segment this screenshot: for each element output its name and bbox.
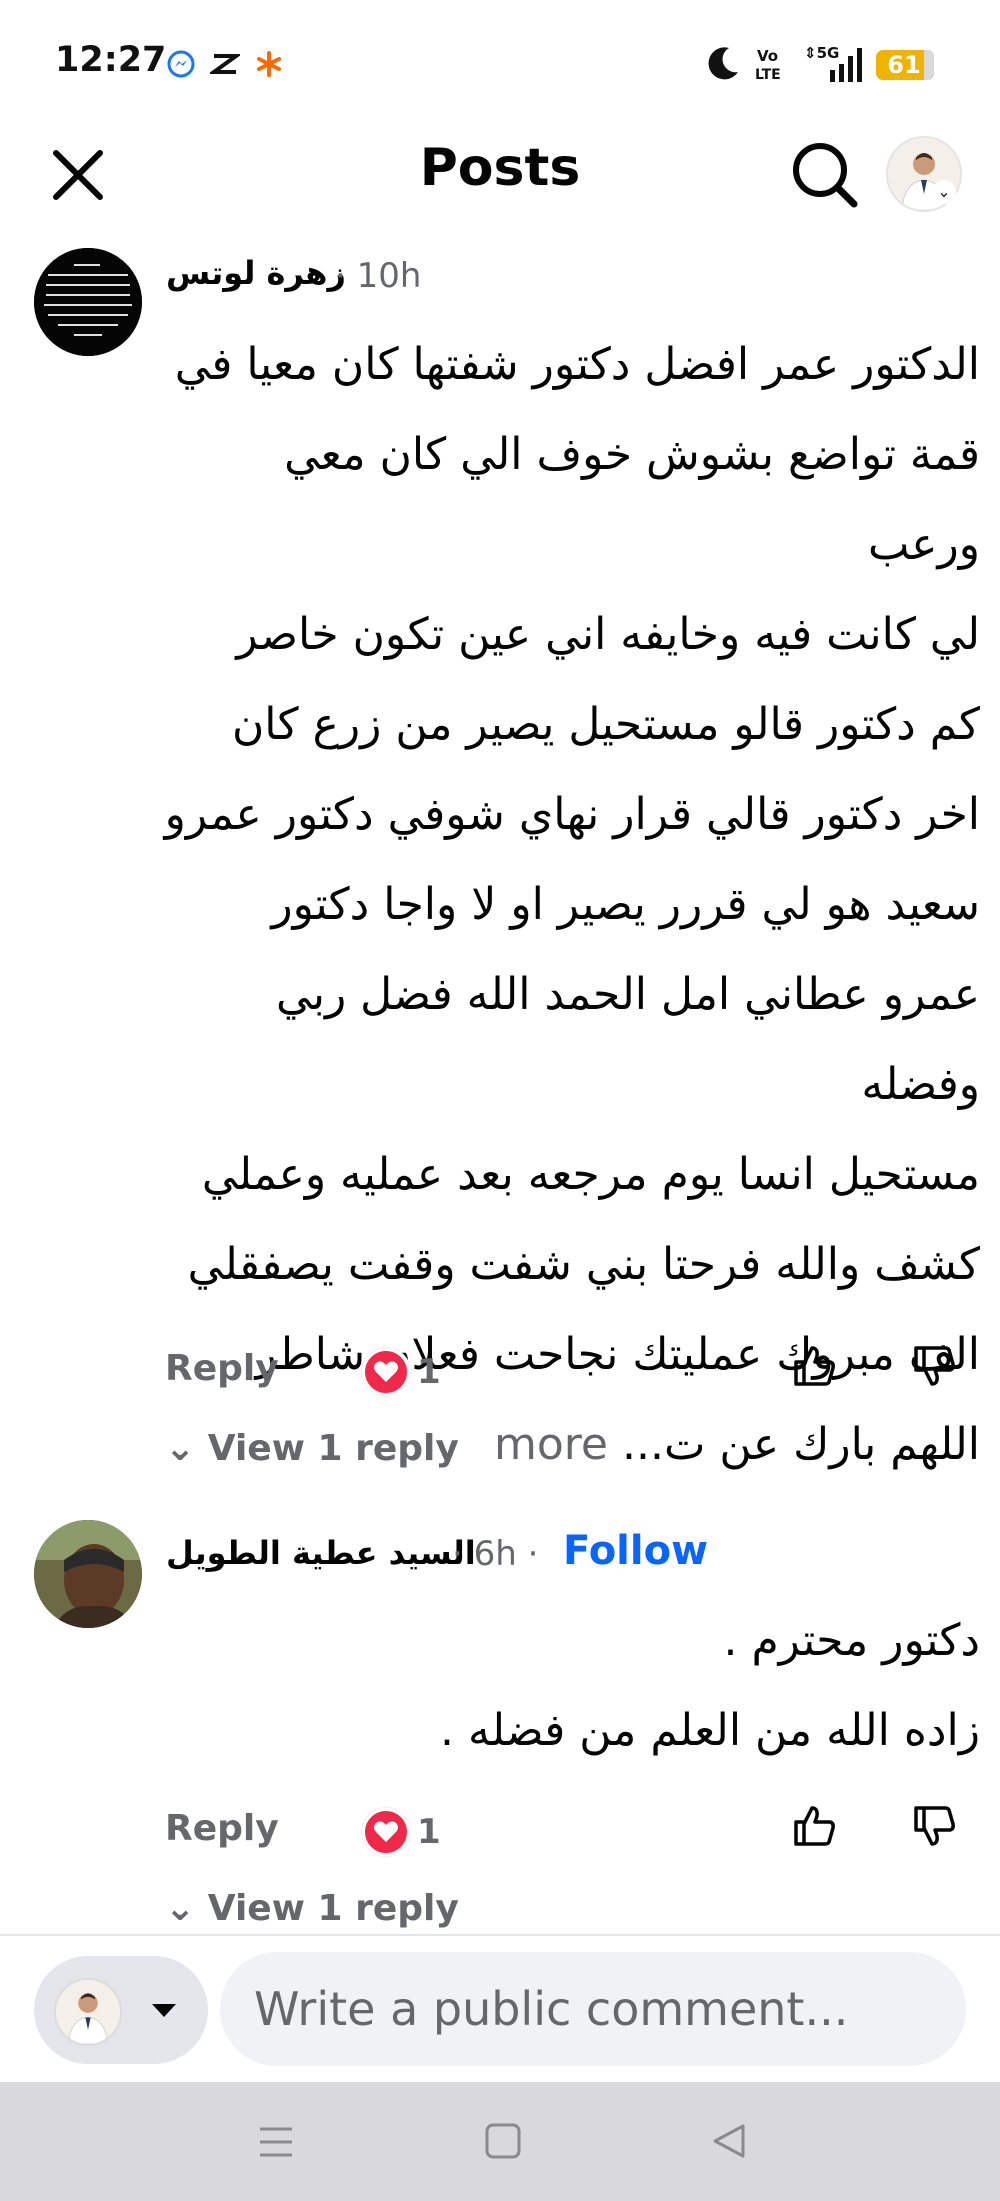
reply-button[interactable]: Reply — [165, 1808, 279, 1849]
comment-line: دكتور محترم . — [723, 1615, 980, 1666]
comment-author-avatar[interactable] — [34, 248, 142, 356]
chevron-down-icon[interactable]: ⌄ — [932, 180, 956, 204]
thumbs-up-icon[interactable] — [790, 1802, 838, 1850]
reaction-count: 1 — [417, 1352, 441, 1392]
thumbs-down-icon[interactable] — [910, 1802, 958, 1850]
heart-icon — [374, 1821, 398, 1842]
view-replies-label: View 1 reply — [207, 1428, 459, 1469]
comment-time: 10h — [356, 256, 422, 296]
home-square-icon[interactable] — [484, 2122, 522, 2160]
svg-text:Vo: Vo — [757, 47, 778, 65]
comment-line: سعيد هو لي قررر يصير او لا واجا دكتور — [271, 879, 980, 930]
chevron-down-icon: ⌄ — [165, 1888, 196, 1929]
view-replies-label: View 1 reply — [207, 1888, 459, 1929]
thumbs-down-icon[interactable] — [910, 1342, 958, 1390]
status-time: 12:27 — [55, 40, 167, 80]
signal-5g-icon: ⇕5G — [804, 44, 862, 82]
svg-text:LTE: LTE — [755, 67, 781, 82]
chevron-down-icon: ⌄ — [165, 1428, 196, 1469]
comment-line: عمرو عطاني امل الحمد الله فضل ربي وفضله — [276, 969, 980, 1110]
comment-line: الف مبروك عمليتك نجاحت فعلان شاطر — [255, 1329, 981, 1380]
status-bar: 12:27 Vo LTE ⇕5G 61 — [0, 0, 1000, 120]
comment-line: كم دكتور قالو مستحيل يصير من زرع كان — [231, 699, 980, 750]
menu-icon[interactable] — [256, 2124, 296, 2160]
battery-remaining — [924, 50, 934, 80]
avatar — [56, 1980, 120, 2044]
reply-button[interactable]: Reply — [165, 1348, 279, 1389]
avatar — [34, 248, 142, 356]
comment-line: لي كانت فيه وخايفه اني عين تكون خاصر — [236, 609, 980, 660]
follow-button[interactable]: Follow — [563, 1528, 708, 1574]
comment-line: اللهم بارك عن ت... — [621, 1419, 980, 1470]
comment-author-name[interactable]: زهرة لوتس — [166, 254, 346, 292]
do-not-disturb-moon-icon — [708, 47, 738, 80]
see-more-link[interactable]: more — [494, 1419, 608, 1470]
comment-time: 6h — [473, 1534, 517, 1574]
messenger-icon — [167, 50, 195, 78]
composer-avatar[interactable] — [54, 1978, 122, 2046]
comment-timestamp: · 10h — [335, 256, 422, 296]
view-replies-button[interactable]: ⌄ View 1 reply — [165, 1888, 459, 1929]
avatar — [34, 1520, 142, 1628]
thumbs-up-icon[interactable] — [790, 1342, 838, 1390]
svg-text:⇕5G: ⇕5G — [804, 44, 839, 62]
asterisk-app-icon — [257, 51, 281, 77]
comment-line: مستحيل انسا يوم مرجعه بعد عمليه وعملي — [201, 1149, 980, 1200]
comment-author-avatar[interactable] — [34, 1520, 142, 1628]
search-icon[interactable] — [788, 138, 860, 210]
volte-icon: Vo LTE — [755, 47, 781, 82]
reaction-count: 1 — [417, 1812, 441, 1852]
comment-line: كشف والله فرحتا بني شفت وقفت يصفقلي — [187, 1239, 980, 1290]
comment-line: قمة تواضع بشوش خوف الي كان معي ورعب — [284, 429, 980, 570]
comment-body: الدكتور عمر افضل دكتور شفتها كان معيا في… — [160, 320, 980, 1490]
system-navigation-bar — [0, 2082, 1000, 2201]
back-triangle-icon[interactable] — [710, 2122, 748, 2160]
comment-timestamp: · 6h · — [452, 1534, 539, 1574]
heart-icon — [374, 1361, 398, 1382]
comment-line: اخر دكتور قالي قرار نهاي شوفي دكتور عمرو — [164, 789, 980, 840]
comment-body: دكتور محترم . زاده الله من العلم من فضله… — [160, 1596, 980, 1776]
caret-down-icon[interactable] — [150, 2000, 178, 2020]
comment-line: الدكتور عمر افضل دكتور شفتها كان معيا في — [174, 339, 980, 390]
heart-reaction-icon[interactable] — [362, 1808, 410, 1856]
view-replies-button[interactable]: ⌄ View 1 reply — [165, 1428, 459, 1469]
comment-author-name[interactable]: السيد عطية الطويل — [166, 1534, 476, 1572]
comment-line: زاده الله من العلم من فضله . — [440, 1705, 980, 1756]
comment-input[interactable] — [220, 1952, 966, 2066]
capcut-icon — [210, 54, 240, 74]
heart-reaction-icon[interactable] — [362, 1348, 410, 1396]
